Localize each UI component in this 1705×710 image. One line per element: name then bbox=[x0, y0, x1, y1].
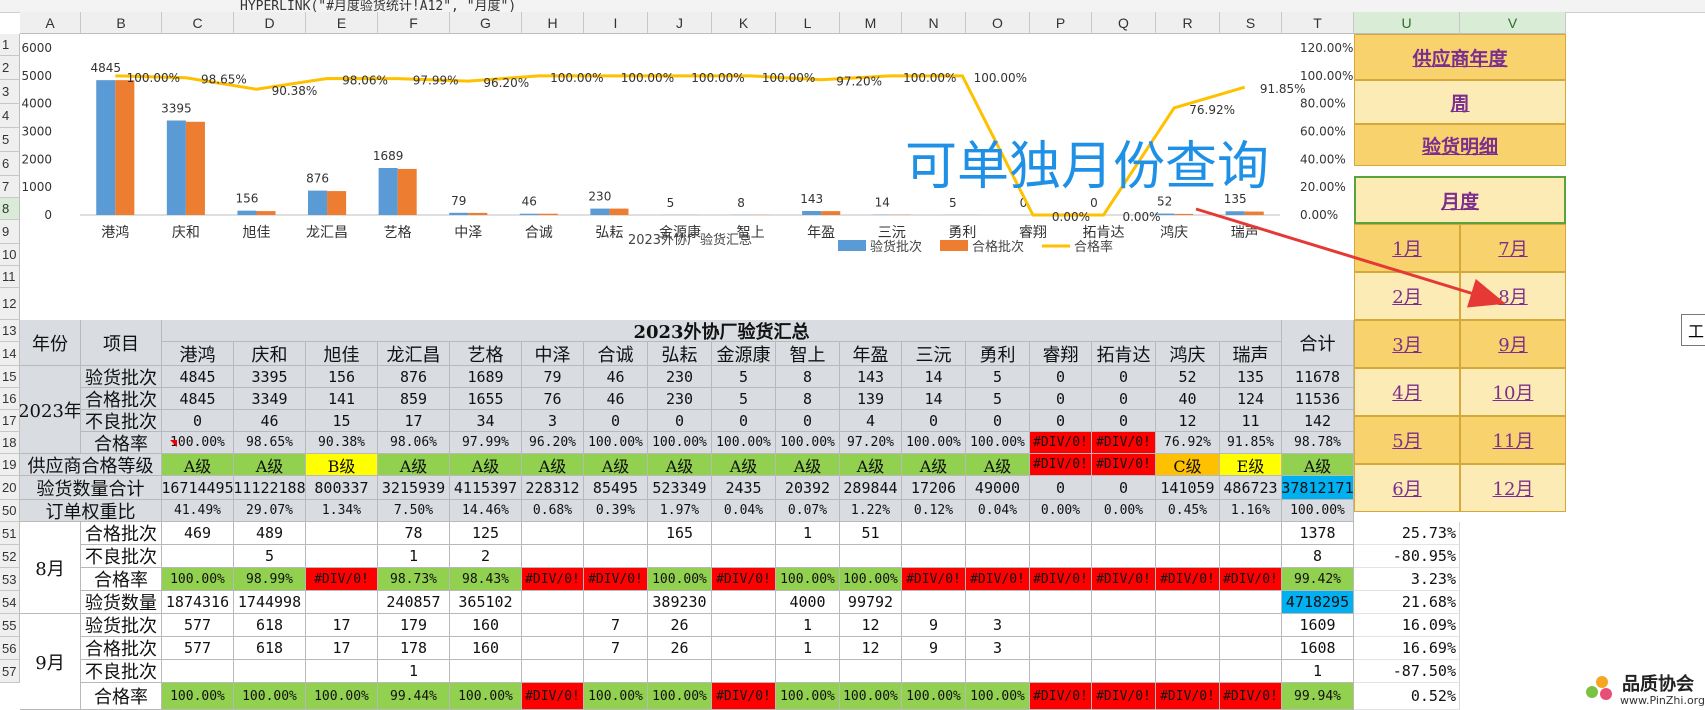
logo-url: www.PinZhi.org bbox=[1620, 694, 1705, 707]
logo-icon bbox=[1586, 676, 1612, 700]
spreadsheet[interactable]: HYPERLINK("#月度验货统计!A12", "月度") ABCDEFGHI… bbox=[0, 0, 1705, 710]
logo-name: 品质协会 bbox=[1622, 674, 1694, 695]
annotation-arrow bbox=[1195, 207, 1506, 308]
